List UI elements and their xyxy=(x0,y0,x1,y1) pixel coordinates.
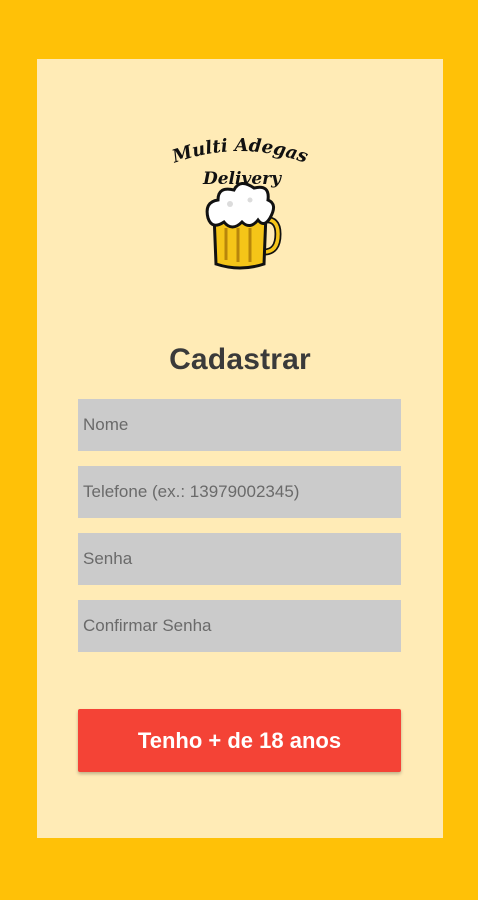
beer-mug-icon xyxy=(205,182,282,270)
password-input[interactable] xyxy=(78,533,401,585)
name-input[interactable] xyxy=(78,399,401,451)
logo-title-text: Multi Adegas xyxy=(169,138,311,168)
phone-input[interactable] xyxy=(78,466,401,518)
confirm-password-input[interactable] xyxy=(78,600,401,652)
app-logo: Multi Adegas Delivery xyxy=(160,138,320,278)
svg-text:Multi Adegas: Multi Adegas xyxy=(169,138,311,168)
page-title: Cadastrar xyxy=(169,343,311,376)
age-confirm-button[interactable]: Tenho + de 18 anos xyxy=(78,709,401,772)
